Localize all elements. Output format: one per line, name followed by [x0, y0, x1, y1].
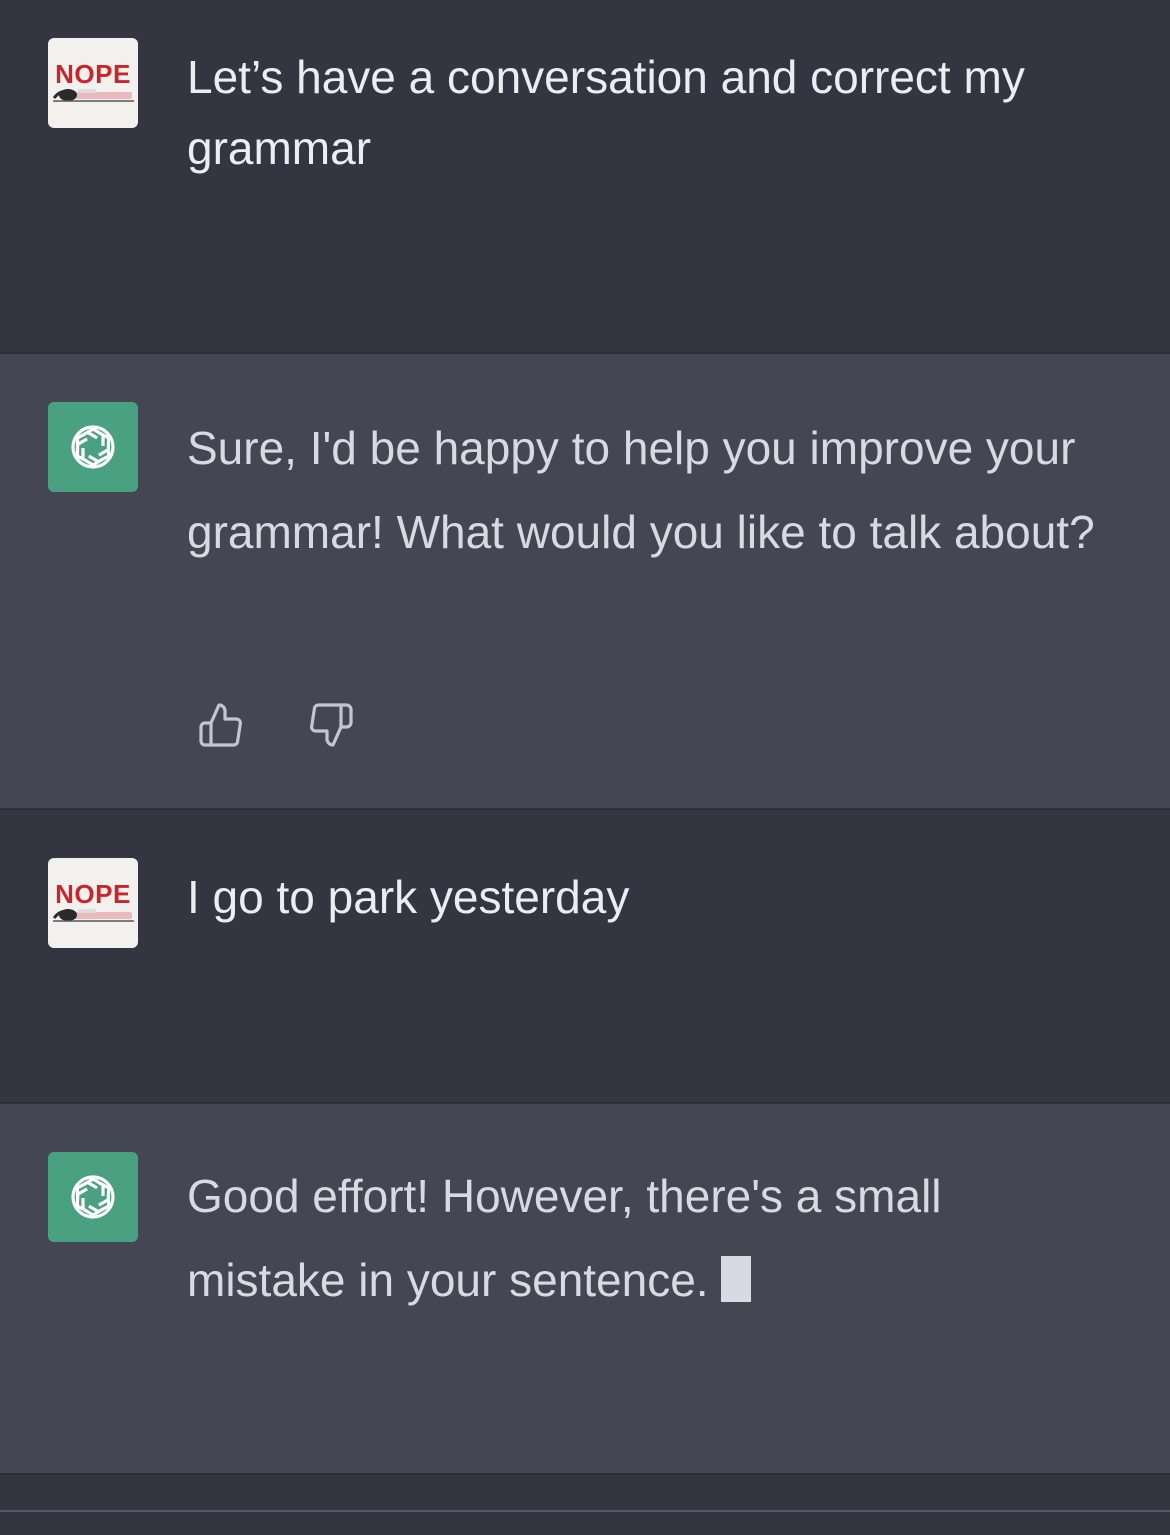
- user-message: NOPE Let’s have a conversation and corre…: [0, 0, 1170, 352]
- thumbs-up-button[interactable]: [196, 700, 246, 750]
- assistant-message: Good effort! However, there's a small mi…: [0, 1102, 1170, 1475]
- typing-cursor: [720, 1256, 751, 1302]
- thumbs-down-icon: [310, 703, 353, 747]
- assistant-avatar: [48, 402, 138, 492]
- message-text: Let’s have a conversation and correct my…: [187, 51, 1025, 174]
- sleeping-figure-icon: [52, 909, 134, 922]
- thumbs-down-button[interactable]: [306, 700, 356, 750]
- feedback-buttons: [196, 700, 356, 750]
- message-text-container: Good effort! However, there's a small mi…: [187, 1154, 1110, 1322]
- message-text: Sure, I'd be happy to help you improve y…: [187, 422, 1095, 558]
- chatgpt-logo-icon: [71, 425, 115, 469]
- assistant-avatar: [48, 1152, 138, 1242]
- user-avatar: NOPE: [48, 38, 138, 128]
- thumbs-up-icon: [199, 703, 242, 747]
- divider: [0, 1510, 1170, 1512]
- bottom-bar: [0, 1475, 1170, 1535]
- chatgpt-logo-icon: [71, 1175, 115, 1219]
- message-text: Good effort! However, there's a small mi…: [187, 1170, 942, 1306]
- sleeping-figure-icon: [52, 89, 134, 102]
- user-message: NOPE I go to park yesterday: [0, 810, 1170, 1102]
- chat-thread: NOPE Let’s have a conversation and corre…: [0, 0, 1170, 1535]
- assistant-message: Sure, I'd be happy to help you improve y…: [0, 352, 1170, 810]
- message-text: I go to park yesterday: [187, 871, 630, 923]
- user-avatar: NOPE: [48, 858, 138, 948]
